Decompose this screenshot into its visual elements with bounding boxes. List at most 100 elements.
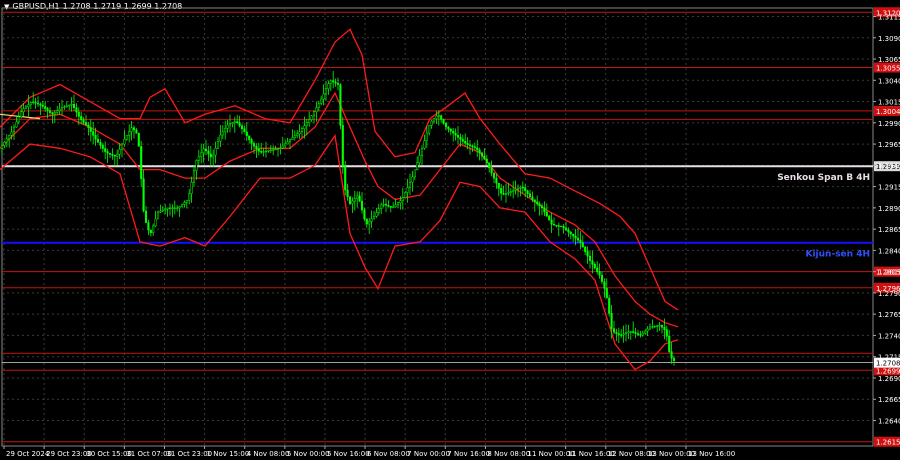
candle-body — [336, 83, 340, 85]
candle-body — [492, 172, 496, 179]
candle-body — [176, 207, 179, 209]
candle-body — [120, 143, 124, 150]
candle-body — [646, 328, 649, 332]
candle-body — [418, 155, 421, 163]
candle-body — [65, 105, 68, 107]
candle-body — [243, 128, 246, 133]
candle-body — [296, 133, 299, 136]
candle-body — [507, 192, 510, 194]
candle-body — [370, 218, 373, 222]
y-tick-label: 1.2890 — [878, 205, 900, 213]
time-axis[interactable]: 29 Oct 202429 Oct 23:0030 Oct 15:0031 Oc… — [3, 446, 735, 458]
candle-body — [632, 331, 635, 333]
price-chart[interactable]: 1.31201.30551.30041.29391.28151.27961.26… — [0, 0, 900, 460]
candle-body — [476, 147, 479, 151]
candle-body — [272, 149, 275, 151]
plot-frame — [1, 7, 874, 447]
candle-body — [111, 154, 114, 156]
candle-body — [281, 145, 284, 149]
candle-body — [183, 202, 186, 205]
candle-body — [665, 329, 668, 337]
candle-body — [567, 229, 570, 233]
candle-body — [586, 251, 589, 257]
candle-body — [248, 135, 251, 140]
candle-body — [456, 134, 460, 138]
candle-body — [442, 119, 445, 124]
candle-body — [596, 267, 599, 272]
candle-body — [531, 196, 534, 200]
candle-body — [533, 199, 536, 202]
candle-body — [351, 200, 354, 204]
candle-body — [34, 101, 37, 104]
candle-body — [113, 155, 116, 157]
candle-body — [478, 149, 481, 154]
y-tick-label: 1.2815 — [878, 269, 900, 277]
y-tick-label: 1.2690 — [878, 375, 900, 383]
x-tick-label: 29 Oct 2024 — [6, 450, 50, 458]
candle-body — [128, 131, 131, 136]
candle-body — [142, 178, 145, 212]
candle-body — [545, 211, 548, 217]
candle-body — [89, 127, 92, 132]
candle-body — [430, 120, 433, 126]
candle-body — [269, 149, 272, 151]
y-tick-label: 1.2765 — [878, 311, 900, 319]
candle-body — [384, 204, 388, 206]
candle-body — [452, 130, 455, 134]
candle-body — [579, 239, 582, 243]
candle-body — [593, 264, 596, 269]
candle-body — [341, 125, 344, 167]
candle-body — [512, 190, 515, 192]
y-tick-label: 1.2740 — [878, 332, 900, 340]
candle-body — [305, 122, 308, 126]
y-tick-label: 1.2865 — [878, 226, 900, 234]
candle-body — [411, 176, 414, 183]
candle-body — [394, 204, 397, 208]
candle-body — [46, 108, 49, 111]
x-tick-label: 8 Nov 08:00 — [487, 450, 530, 458]
candle-body — [140, 146, 143, 179]
candle-body — [365, 218, 368, 225]
candle-body — [20, 111, 23, 118]
candle-body — [629, 331, 632, 333]
candle-body — [339, 84, 342, 126]
tenkan-line — [0, 113, 41, 120]
candle-body — [135, 129, 138, 134]
candle-body — [231, 122, 234, 124]
candle-body — [428, 125, 431, 134]
candle-body — [188, 193, 191, 201]
candle-body — [509, 191, 512, 193]
candle-body — [660, 325, 664, 328]
chart-grid — [1, 7, 874, 447]
candle-body — [216, 141, 220, 149]
candle-body — [224, 128, 227, 132]
candle-body — [622, 333, 625, 336]
candle-body — [572, 233, 575, 237]
candle-body — [389, 206, 392, 208]
x-tick-label: 5 Nov 00:00 — [287, 450, 330, 458]
candle-body — [125, 135, 128, 140]
candle-body — [483, 155, 486, 160]
candle-body — [485, 158, 488, 164]
candle-body — [516, 188, 520, 190]
lower-band-line — [0, 133, 679, 371]
candle-body — [617, 333, 620, 336]
candle-body — [471, 145, 474, 148]
candle-body — [495, 177, 498, 184]
candle-body — [444, 122, 448, 128]
candle-body — [435, 115, 438, 119]
y-tick-label: 1.3115 — [878, 14, 900, 22]
candle-body — [480, 152, 484, 157]
candle-body — [236, 121, 239, 123]
candle-body — [569, 231, 572, 235]
candle-body — [490, 167, 493, 174]
candle-body — [648, 326, 652, 330]
candle-body — [636, 333, 640, 335]
candle-body — [353, 198, 356, 202]
candle-body — [130, 127, 133, 132]
x-tick-label: 31 Oct 07:00 — [126, 450, 172, 458]
candle-body — [670, 351, 673, 359]
x-tick-label: 5 Nov 16:00 — [327, 450, 370, 458]
x-tick-label: 7 Nov 00:00 — [407, 450, 450, 458]
candle-body — [267, 150, 270, 152]
